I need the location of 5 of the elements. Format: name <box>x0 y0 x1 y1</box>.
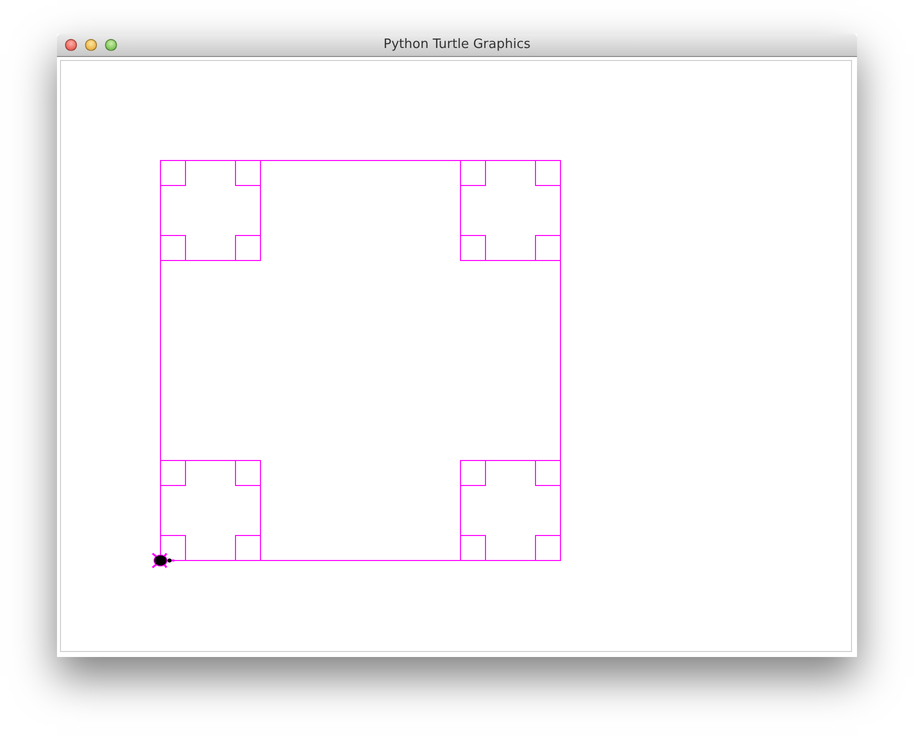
window-title: Python Turtle Graphics <box>384 37 530 52</box>
minimize-button[interactable] <box>85 39 97 51</box>
turtle-icon <box>152 552 176 568</box>
close-button[interactable] <box>65 39 77 51</box>
zoom-button[interactable] <box>105 39 117 51</box>
